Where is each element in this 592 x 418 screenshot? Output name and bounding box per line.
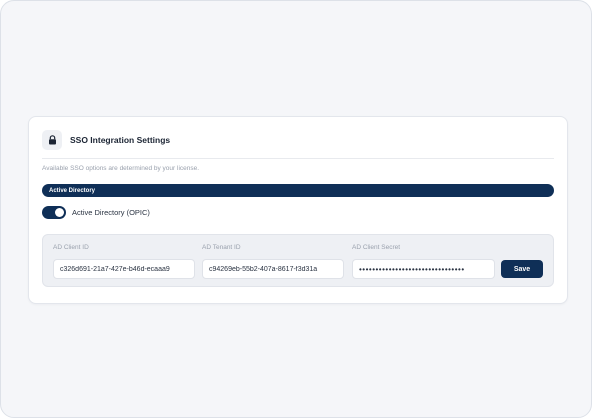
card-header: SSO Integration Settings	[42, 129, 170, 151]
page-frame: SSO Integration Settings Available SSO o…	[0, 0, 592, 418]
section-header-active-directory: Active Directory	[42, 184, 554, 197]
license-hint: Available SSO options are determined by …	[42, 165, 200, 172]
lock-icon	[48, 135, 56, 145]
sso-settings-card: SSO Integration Settings Available SSO o…	[28, 116, 568, 304]
active-directory-toggle[interactable]	[42, 206, 66, 219]
tenant-id-input[interactable]	[202, 259, 344, 279]
client-id-input[interactable]	[53, 259, 195, 279]
client-id-label: AD Client ID	[53, 244, 89, 251]
active-directory-toggle-row: Active Directory (OPIC)	[42, 206, 150, 219]
toggle-knob	[55, 208, 64, 217]
client-secret-input[interactable]	[352, 259, 495, 279]
tenant-id-label: AD Tenant ID	[202, 244, 241, 251]
ad-config-panel: AD Client ID AD Tenant ID AD Client Secr…	[42, 234, 554, 287]
toggle-label: Active Directory (OPIC)	[72, 208, 150, 217]
lock-icon-container	[42, 130, 62, 150]
save-button[interactable]: Save	[501, 260, 543, 278]
card-title: SSO Integration Settings	[70, 135, 171, 145]
client-secret-label: AD Client Secret	[352, 244, 401, 251]
section-label: Active Directory	[49, 187, 96, 194]
header-divider	[42, 158, 554, 159]
